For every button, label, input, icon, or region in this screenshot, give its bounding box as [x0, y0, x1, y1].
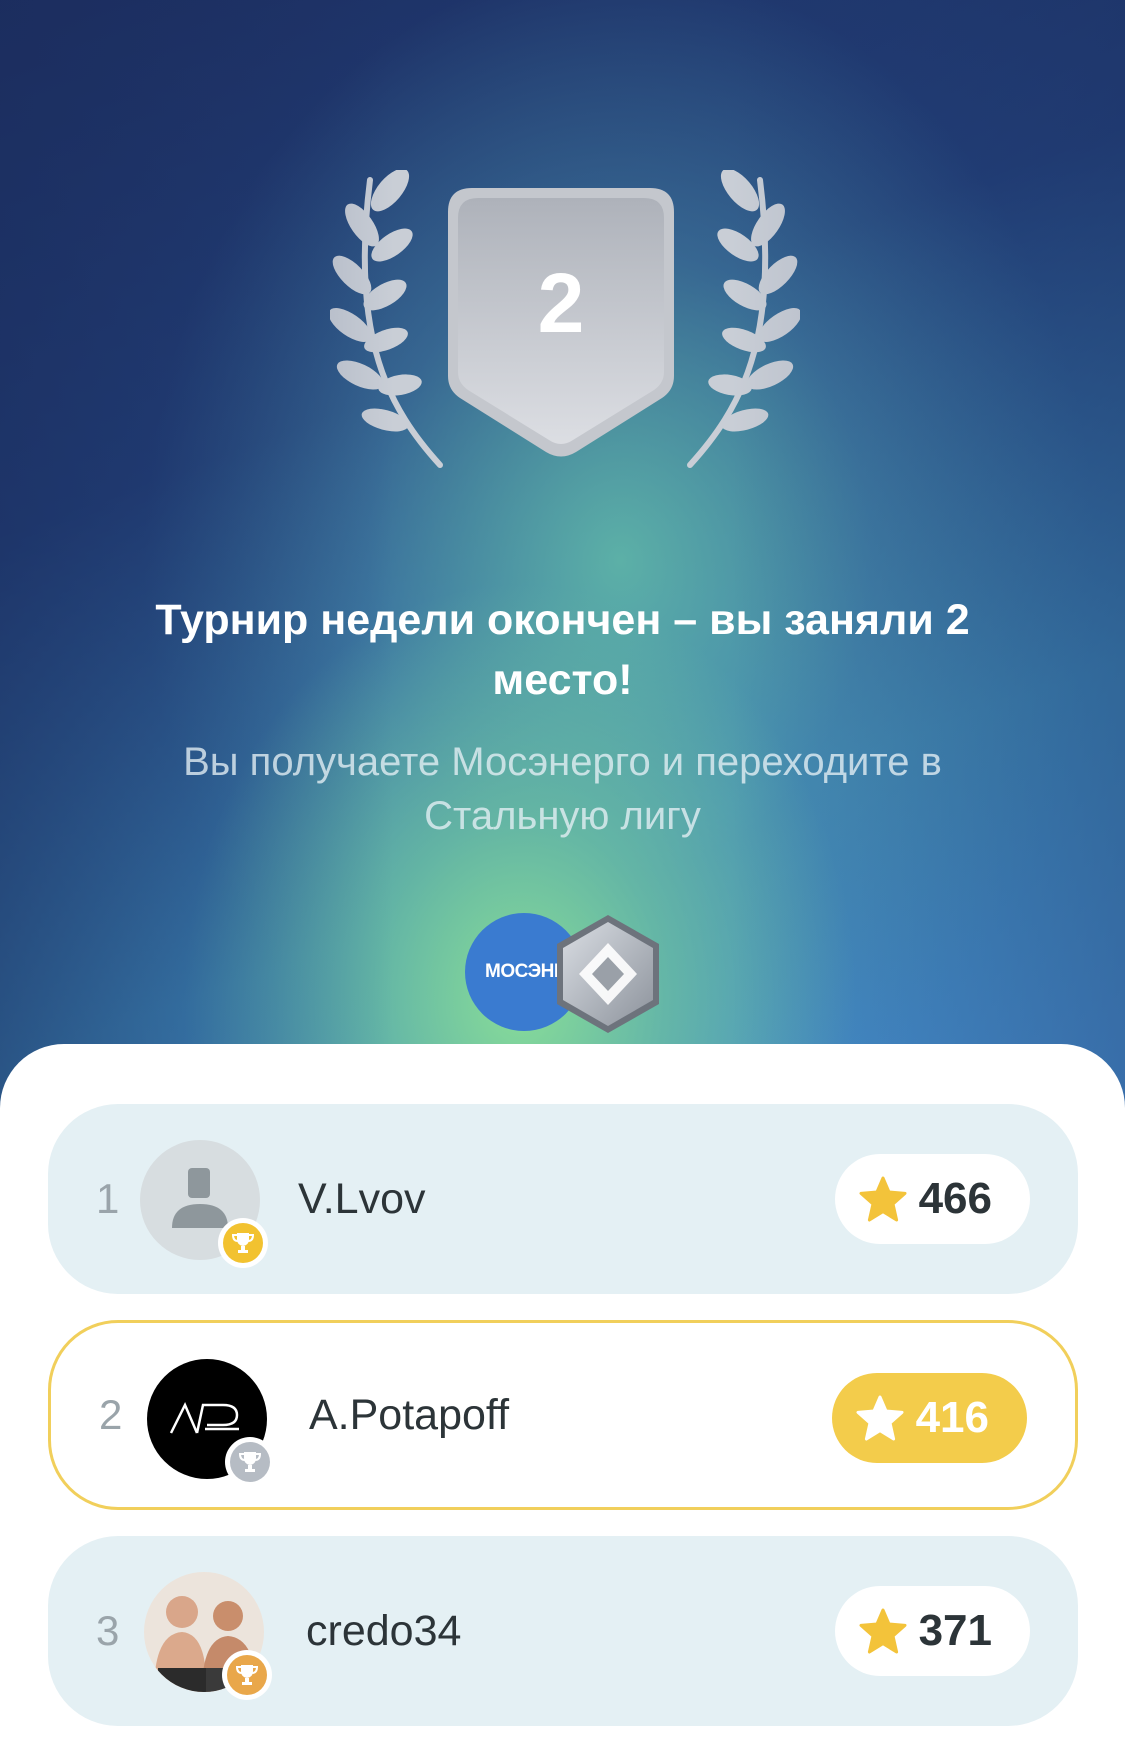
avatar: [144, 1572, 272, 1700]
avatar: [140, 1140, 268, 1268]
player-name: credo34: [306, 1606, 462, 1655]
leaderboard-row-current-user[interactable]: 2 A.Potapoff 416: [48, 1320, 1078, 1510]
score-pill: 371: [834, 1586, 1030, 1676]
leaderboard-sheet: 1 V.Lvov 466 2 A.Potapoff 416 3 credo34 …: [0, 1044, 1125, 1764]
trophy-badge: [218, 1218, 268, 1268]
trophy-icon: [231, 1233, 255, 1253]
leaderboard-row[interactable]: 1 V.Lvov 466: [48, 1104, 1078, 1294]
score-value: 416: [915, 1393, 989, 1442]
score-pill: 416: [831, 1373, 1027, 1463]
rank-number: 2: [99, 1391, 123, 1438]
player-name: A.Potapoff: [309, 1390, 510, 1439]
score-value: 466: [918, 1174, 992, 1223]
place-number: 2: [537, 256, 585, 350]
score-pill: 466: [834, 1154, 1030, 1244]
rank-number: 1: [96, 1175, 120, 1222]
laurel-left-icon: [330, 170, 443, 468]
result-subtitle: Вы получаете Мосэнерго и переходите в Ст…: [183, 740, 942, 838]
star-icon: [856, 1395, 904, 1441]
avatar: [147, 1359, 275, 1487]
star-icon: [859, 1608, 907, 1654]
league-badge-icon: [557, 915, 659, 1033]
star-icon: [859, 1176, 907, 1222]
trophy-icon: [235, 1665, 259, 1685]
trophy-badge: [225, 1437, 275, 1487]
result-title: Турнир недели окончен – вы заняли 2 мест…: [155, 596, 970, 704]
ap-logo-icon: [169, 1402, 239, 1434]
trophy-badge: [222, 1650, 272, 1700]
leaderboard-row[interactable]: 3 credo34 371: [48, 1536, 1078, 1726]
trophy-icon: [238, 1452, 262, 1472]
laurel-right-icon: [687, 170, 800, 468]
score-value: 371: [918, 1606, 992, 1655]
rank-number: 3: [96, 1607, 120, 1654]
player-name: V.Lvov: [298, 1174, 426, 1223]
